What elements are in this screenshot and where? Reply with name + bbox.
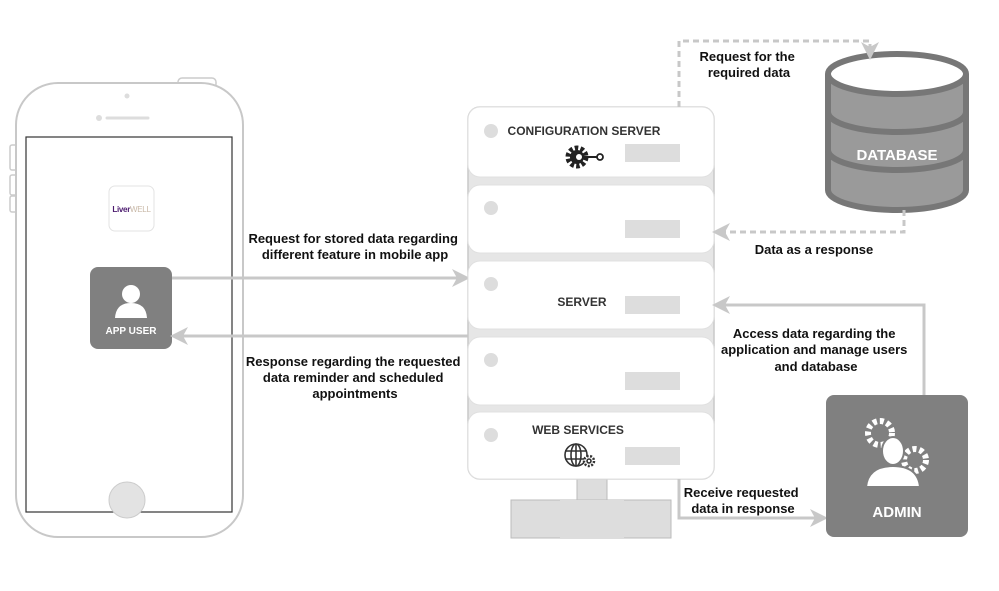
- app-logo: LiverWELL: [108, 185, 155, 232]
- app-user-node[interactable]: APP USER: [90, 267, 172, 349]
- receive-requested-label: Receive requested data in response: [684, 485, 803, 516]
- phone-camera: [124, 93, 130, 99]
- architecture-diagram: LiverWELL APP USER Request for stored da…: [9, 39, 969, 539]
- app-user-label: APP USER: [106, 326, 158, 337]
- web-services-label: WEB SERVICES: [532, 423, 624, 437]
- response-requested-label: Response regarding the requested data re…: [246, 354, 464, 401]
- request-stored-label: Request for stored data regarding differ…: [248, 231, 461, 262]
- server-slot-2[interactable]: [467, 184, 715, 254]
- request-required-label: Request for the required data: [700, 49, 799, 80]
- access-data-label: Access data regarding the application an…: [721, 326, 911, 374]
- server-rack: CONFIGURATION SERVER SERVER WEB SERVICES: [467, 106, 715, 480]
- mobile-phone: LiverWELL APP USER: [9, 77, 244, 538]
- data-response-label: Data as a response: [755, 242, 874, 257]
- server-stand: [510, 477, 672, 539]
- server-slot-configuration[interactable]: CONFIGURATION SERVER: [467, 106, 715, 178]
- database-label: DATABASE: [856, 147, 937, 164]
- server-label: SERVER: [557, 295, 606, 309]
- admin-label: ADMIN: [872, 504, 921, 521]
- server-slot-4[interactable]: [467, 336, 715, 406]
- svg-text:LiverWELL: LiverWELL: [112, 205, 151, 214]
- server-slot-main[interactable]: SERVER: [467, 260, 715, 330]
- data-response-arrow: [712, 210, 906, 241]
- database-node[interactable]: DATABASE: [825, 51, 969, 213]
- server-slot-web-services[interactable]: WEB SERVICES: [467, 411, 715, 480]
- phone-home-button[interactable]: [108, 481, 146, 519]
- admin-node[interactable]: ADMIN: [826, 395, 968, 537]
- configuration-server-label: CONFIGURATION SERVER: [508, 124, 661, 138]
